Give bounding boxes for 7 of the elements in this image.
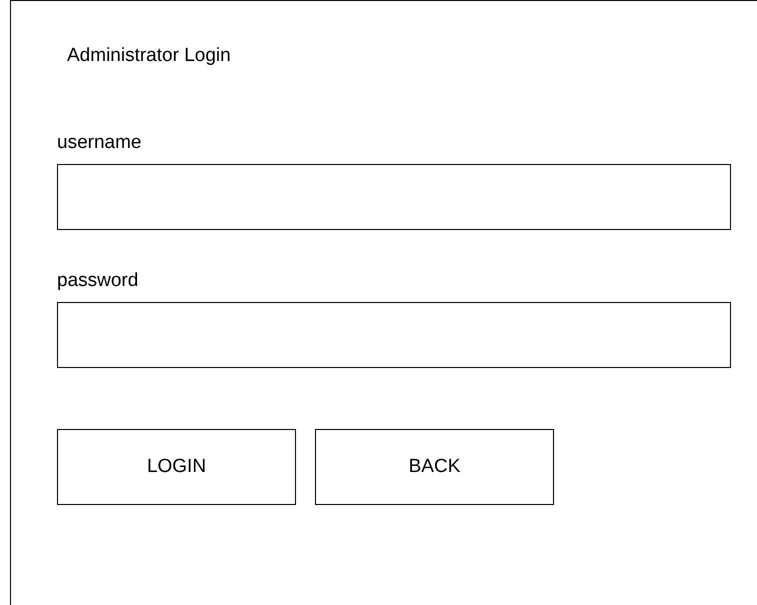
- page-title: Administrator Login: [67, 45, 232, 68]
- username-field[interactable]: [57, 164, 731, 230]
- field-label: username: [57, 132, 142, 155]
- password-field[interactable]: [57, 302, 731, 368]
- field-label: password: [57, 270, 138, 293]
- login-button[interactable]: LOGIN: [57, 428, 296, 505]
- back-button[interactable]: BACK: [315, 428, 554, 505]
